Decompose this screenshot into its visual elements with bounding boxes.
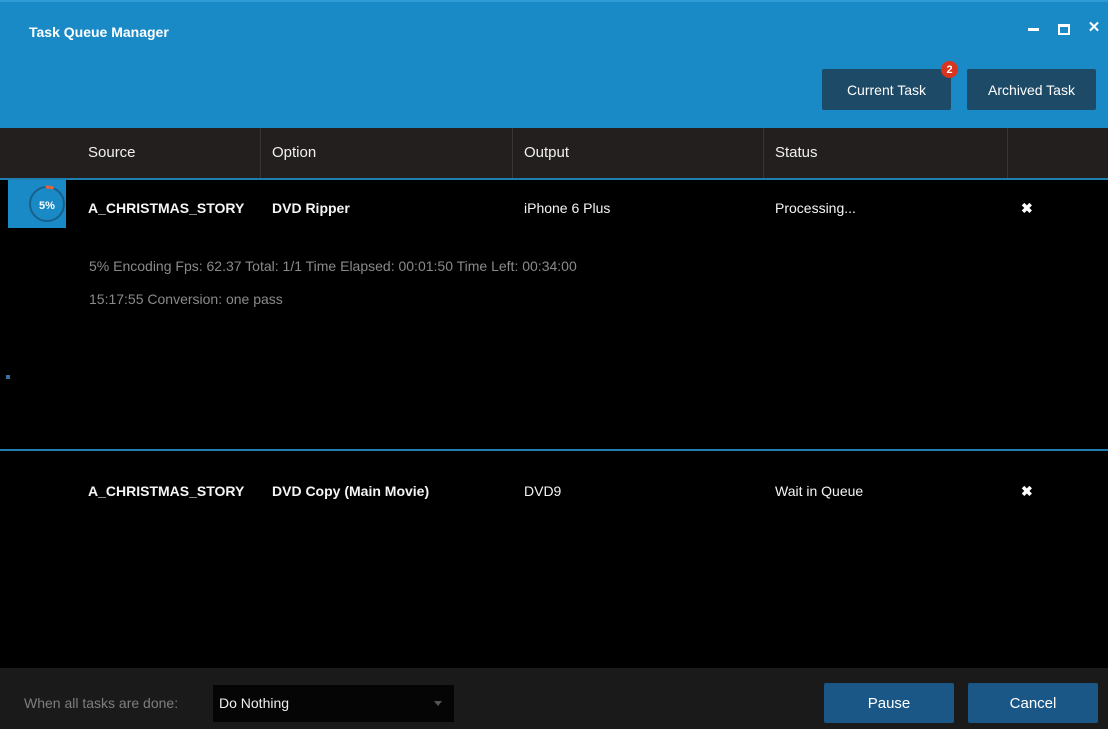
column-header-source[interactable]: Source xyxy=(88,128,136,178)
column-header-status[interactable]: Status xyxy=(775,128,818,178)
task-queue-window: Task Queue Manager ✕ Current Task 2 Arch… xyxy=(0,0,1108,729)
remove-task-icon[interactable]: ✖ xyxy=(1021,200,1033,217)
pause-button[interactable]: Pause xyxy=(824,683,954,723)
footer-bar: When all tasks are done: Do Nothing Paus… xyxy=(0,668,1108,729)
resize-handle[interactable] xyxy=(6,375,10,379)
title-bar: Task Queue Manager ✕ Current Task 2 Arch… xyxy=(0,0,1108,128)
close-icon[interactable]: ✕ xyxy=(1086,20,1102,36)
task-option: DVD Copy (Main Movie) xyxy=(272,483,430,499)
column-divider[interactable] xyxy=(1007,128,1008,178)
column-divider[interactable] xyxy=(512,128,513,178)
maximize-icon[interactable] xyxy=(1056,20,1072,36)
task-status: Wait in Queue xyxy=(775,483,864,499)
task-source: A_CHRISTMAS_STORY xyxy=(88,200,245,216)
window-title: Task Queue Manager xyxy=(29,24,169,40)
after-done-label: When all tasks are done: xyxy=(24,695,179,711)
task-count-badge: 2 xyxy=(941,61,958,78)
task-source: A_CHRISTMAS_STORY xyxy=(88,483,245,499)
task-conversion-details: 15:17:55 Conversion: one pass xyxy=(89,291,283,307)
after-done-select[interactable]: Do Nothing xyxy=(213,685,454,722)
chevron-down-icon xyxy=(434,701,442,706)
tab-archived-task[interactable]: Archived Task xyxy=(967,69,1096,110)
column-divider[interactable] xyxy=(260,128,261,178)
task-progress-indicator: 5% xyxy=(8,180,66,228)
after-done-select-value: Do Nothing xyxy=(219,695,290,711)
tab-current-task-label: Current Task xyxy=(846,81,927,98)
window-controls: ✕ xyxy=(1026,20,1102,36)
column-header-output[interactable]: Output xyxy=(524,128,569,178)
progress-percent: 5% xyxy=(39,200,55,212)
title-bar-edge xyxy=(0,0,1108,2)
minimize-icon[interactable] xyxy=(1026,20,1042,36)
task-row[interactable]: 5% A_CHRISTMAS_STORY DVD Ripper iPhone 6… xyxy=(0,180,1108,448)
task-row[interactable]: A_CHRISTMAS_STORY DVD Copy (Main Movie) … xyxy=(0,449,1108,670)
tab-archived-task-label: Archived Task xyxy=(988,81,1075,98)
column-header-option[interactable]: Option xyxy=(272,128,316,178)
task-output: DVD9 xyxy=(524,483,562,499)
progress-ring-icon: 5% xyxy=(29,185,65,222)
tab-current-task[interactable]: Current Task 2 xyxy=(822,61,958,110)
column-divider[interactable] xyxy=(763,128,764,178)
table-header: Source Option Output Status xyxy=(0,128,1108,180)
task-option: DVD Ripper xyxy=(272,200,350,216)
task-output: iPhone 6 Plus xyxy=(524,200,611,216)
cancel-button[interactable]: Cancel xyxy=(968,683,1098,723)
task-progress-details: 5% Encoding Fps: 62.37 Total: 1/1 Time E… xyxy=(89,258,577,274)
task-status: Processing... xyxy=(775,200,856,216)
remove-task-icon[interactable]: ✖ xyxy=(1021,483,1033,500)
